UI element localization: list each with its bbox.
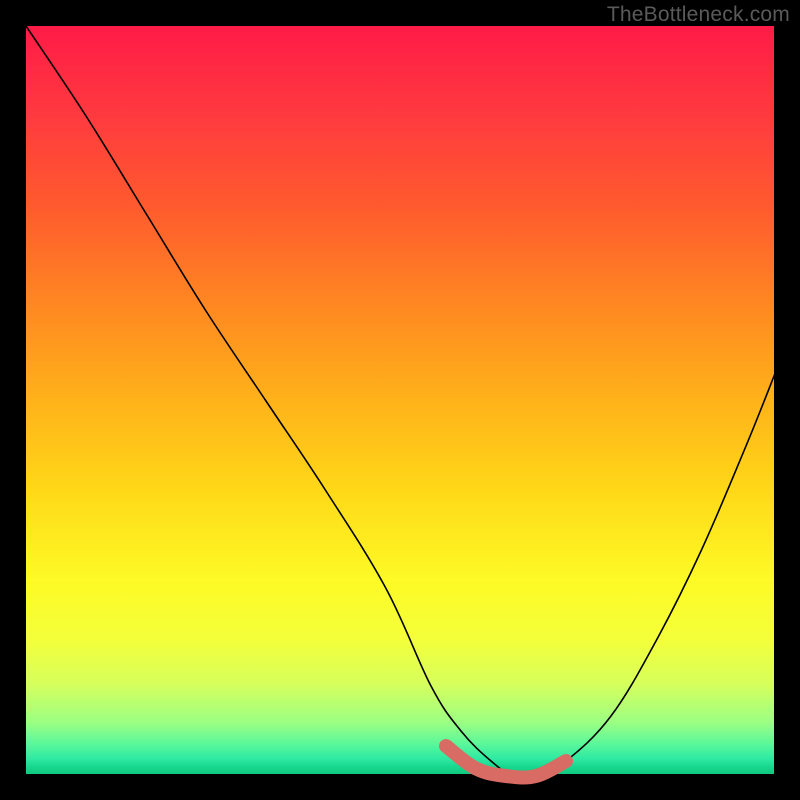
chart-svg	[26, 26, 776, 776]
watermark-text: TheBottleneck.com	[607, 3, 790, 27]
bottleneck-curve	[26, 26, 776, 778]
chart-frame: TheBottleneck.com	[0, 0, 800, 800]
sweet-spot-marker	[446, 746, 566, 778]
chart-plot-area	[25, 25, 775, 775]
